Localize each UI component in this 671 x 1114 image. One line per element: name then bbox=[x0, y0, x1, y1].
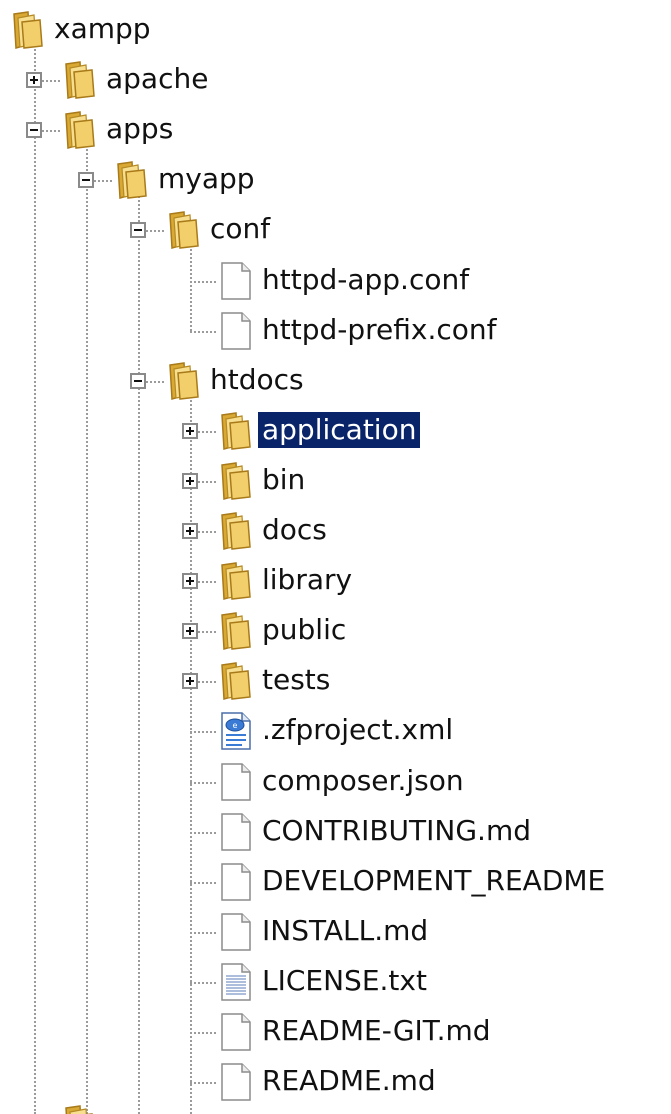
tree-item-library[interactable]: library bbox=[258, 562, 356, 598]
collapse-toggle-myapp[interactable] bbox=[78, 172, 94, 189]
file-icon bbox=[218, 912, 254, 952]
tree-connector-line bbox=[86, 138, 88, 1114]
expand-toggle-application[interactable] bbox=[182, 422, 198, 439]
tree-item-docs[interactable]: docs bbox=[258, 512, 331, 548]
text-file-icon bbox=[218, 962, 254, 1002]
folder-icon bbox=[54, 110, 96, 150]
file-icon bbox=[218, 1012, 254, 1052]
folder-icon bbox=[106, 160, 148, 200]
folder-icon bbox=[210, 661, 252, 701]
collapse-toggle-htdocs[interactable] bbox=[130, 372, 146, 389]
tree-item-apache[interactable]: apache bbox=[102, 61, 212, 97]
tree-connector-line bbox=[190, 388, 192, 1114]
folder-icon bbox=[210, 461, 252, 501]
folder-icon bbox=[54, 60, 96, 100]
tree-item-htdocs[interactable]: htdocs bbox=[206, 362, 308, 398]
file-icon bbox=[218, 762, 254, 802]
folder-icon bbox=[210, 511, 252, 551]
expand-toggle-docs[interactable] bbox=[182, 523, 198, 539]
folder-icon bbox=[158, 210, 200, 250]
file-icon bbox=[218, 862, 254, 902]
tree-connector-stub bbox=[190, 280, 216, 283]
tree-connector-line bbox=[34, 38, 36, 1114]
tree-connector-stub bbox=[190, 1082, 216, 1085]
xml-file-icon: e bbox=[218, 711, 254, 751]
folder-tree: xampp apache apps myapp conf httpd-app.conf ht… bbox=[0, 0, 671, 1114]
tree-connector-stub bbox=[190, 731, 216, 734]
tree-item-bin[interactable]: bin bbox=[258, 462, 309, 498]
file-icon bbox=[218, 1062, 254, 1102]
tree-item-license-txt[interactable]: LICENSE.txt bbox=[258, 963, 431, 999]
tree-connector-line bbox=[190, 238, 192, 331]
folder-icon bbox=[210, 611, 252, 651]
folder-icon bbox=[158, 361, 200, 401]
tree-item-tests[interactable]: tests bbox=[258, 662, 334, 698]
tree-item-composer-json[interactable]: composer.json bbox=[258, 763, 468, 799]
tree-item-httpd-app-conf[interactable]: httpd-app.conf bbox=[258, 262, 473, 298]
tree-item-xampp[interactable]: xampp bbox=[50, 11, 155, 47]
tree-item-readme-git-md[interactable]: README-GIT.md bbox=[258, 1013, 495, 1049]
folder-icon bbox=[210, 561, 252, 601]
collapse-toggle-apps[interactable] bbox=[26, 122, 42, 139]
tree-item-httpd-prefix-conf[interactable]: httpd-prefix.conf bbox=[258, 312, 501, 348]
tree-connector-stub bbox=[190, 931, 216, 934]
expand-toggle-tests[interactable] bbox=[182, 673, 198, 690]
expand-toggle-library[interactable] bbox=[182, 573, 198, 590]
collapse-toggle-conf[interactable] bbox=[130, 222, 146, 239]
expand-toggle-public[interactable] bbox=[182, 623, 198, 640]
tree-item-conf[interactable]: conf bbox=[206, 211, 274, 247]
tree-connector-stub bbox=[190, 781, 216, 784]
tree-item-public[interactable]: public bbox=[258, 612, 350, 648]
folder-icon bbox=[2, 10, 44, 50]
svg-text:e: e bbox=[233, 721, 238, 730]
file-icon bbox=[218, 261, 254, 301]
expand-toggle-bin[interactable] bbox=[182, 472, 198, 489]
tree-connector-stub bbox=[190, 881, 216, 884]
tree-connector-stub bbox=[190, 831, 216, 834]
tree-item-readme-md[interactable]: README.md bbox=[258, 1063, 440, 1099]
tree-connector-stub bbox=[190, 330, 216, 333]
tree-item-application[interactable]: application bbox=[258, 411, 421, 448]
tree-connector-stub bbox=[190, 1032, 216, 1034]
tree-item-zfproject-xml[interactable]: .zfproject.xml bbox=[258, 712, 457, 748]
folder-icon bbox=[54, 1104, 96, 1114]
tree-item-contributing-md[interactable]: CONTRIBUTING.md bbox=[258, 813, 535, 849]
tree-item-install-md[interactable]: INSTALL.md bbox=[258, 913, 432, 949]
file-icon bbox=[218, 812, 254, 852]
expand-toggle-apache[interactable] bbox=[26, 72, 42, 89]
tree-item-apps[interactable]: apps bbox=[102, 111, 177, 147]
tree-item-myapp[interactable]: myapp bbox=[154, 161, 259, 197]
tree-connector-line bbox=[138, 188, 140, 1114]
file-icon bbox=[218, 311, 254, 351]
folder-icon bbox=[210, 411, 252, 451]
tree-item-development-readme[interactable]: DEVELOPMENT_README bbox=[258, 863, 609, 899]
tree-connector-stub bbox=[190, 981, 216, 984]
